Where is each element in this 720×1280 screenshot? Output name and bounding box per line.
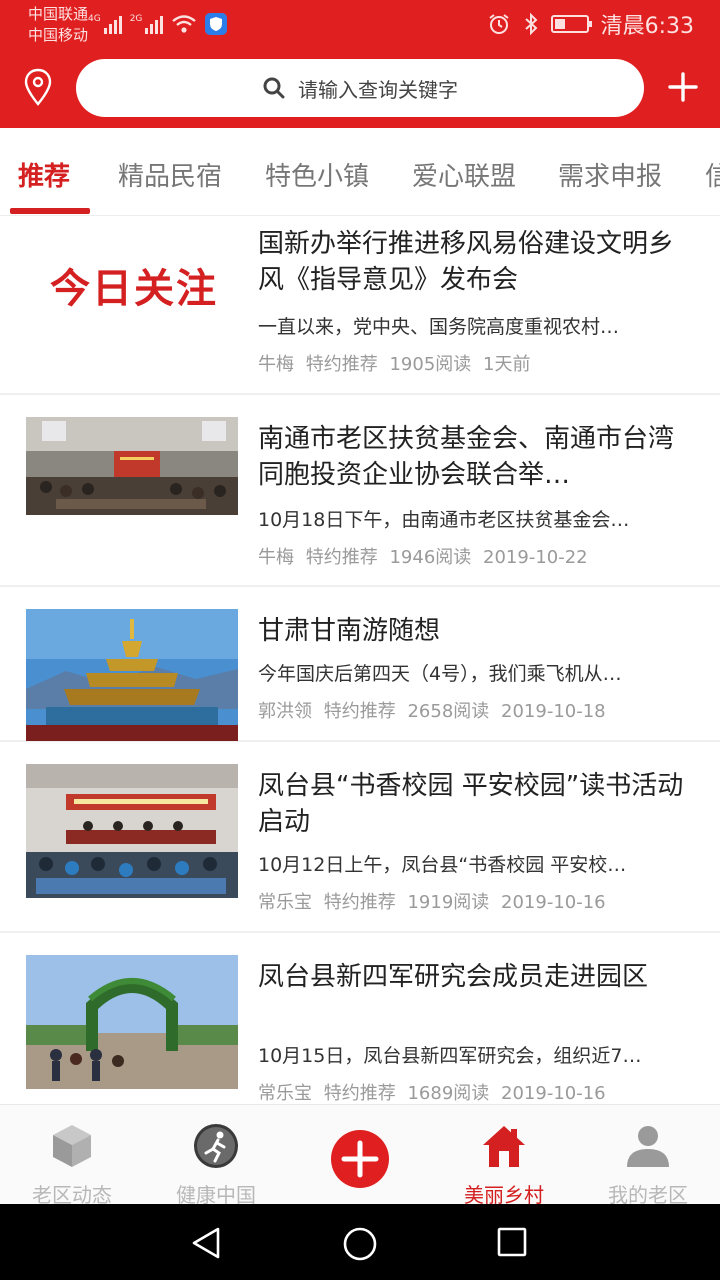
carrier-2: 中国移动 <box>28 26 89 44</box>
article-reads: 1689阅读 <box>407 1083 490 1104</box>
system-navigation-bar <box>0 1204 720 1280</box>
bottom-navigation: 老区动态 健康中国 美丽乡村 我的老区 <box>0 1104 720 1207</box>
article-reads: 1946阅读 <box>389 547 472 568</box>
article-date: 1天前 <box>483 354 531 375</box>
article-summary: 10月15日，凤台县新四军研究会，组织近7… <box>258 1045 642 1067</box>
article-item[interactable]: 凤台县新四军研究会成员走进园区 10月15日，凤台县新四军研究会，组织近7… 常… <box>0 933 720 1104</box>
add-plus-icon[interactable] <box>666 70 700 104</box>
bluetooth-icon <box>524 12 538 36</box>
article-summary: 一直以来，党中央、国务院高度重视农村… <box>258 316 620 338</box>
nav-item-healthy-china[interactable]: 健康中国 <box>144 1105 288 1207</box>
article-meta: 常乐宝 特约推荐 1919阅读 2019-10-16 <box>258 888 612 914</box>
article-date: 2019-10-16 <box>501 892 606 913</box>
article-summary: 今年国庆后第四天（4号），我们乘飞机从… <box>258 663 622 685</box>
article-item[interactable]: 南通市老区扶贫基金会、南通市台湾同胞投资企业协会联合举… 10月18日下午，由南… <box>0 395 720 587</box>
article-title: 甘肃甘南游随想 <box>258 616 441 646</box>
wifi-icon <box>172 15 197 33</box>
article-reads: 1905阅读 <box>389 354 472 375</box>
search-icon <box>263 77 285 99</box>
article-tag: 特约推荐 <box>323 1083 396 1104</box>
location-pin-icon[interactable] <box>24 68 52 108</box>
article-thumbnail <box>26 955 238 1089</box>
active-tab-indicator <box>10 208 90 214</box>
article-date: 2019-10-18 <box>501 701 606 722</box>
runner-icon <box>194 1124 238 1168</box>
recents-square-icon[interactable] <box>496 1226 528 1258</box>
article-tag: 特约推荐 <box>323 892 396 913</box>
home-icon <box>483 1126 525 1167</box>
alarm-icon <box>488 14 509 34</box>
category-tabs: 推荐 精品民宿 特色小镇 爱心联盟 需求申报 信 <box>0 128 720 216</box>
network-type-2: 2G <box>129 14 143 24</box>
cube-icon <box>53 1125 91 1167</box>
tab-overflow[interactable]: 信 <box>705 156 720 193</box>
article-meta: 常乐宝 特约推荐 1689阅读 2019-10-16 <box>258 1079 612 1104</box>
article-author: 牛梅 <box>258 547 294 568</box>
article-title: 南通市老区扶贫基金会、南通市台湾同胞投资企业协会联合举… <box>258 424 675 490</box>
user-icon <box>627 1126 669 1167</box>
security-shield-icon <box>205 13 228 35</box>
article-meta: 牛梅 特约推荐 1905阅读 1天前 <box>258 350 536 376</box>
status-bar: 中国联通 中国移动 4G 2G 清晨6:33 <box>0 0 720 56</box>
app-header: 请输入查询关键字 <box>0 56 720 128</box>
article-reads: 2658阅读 <box>407 701 490 722</box>
article-item[interactable]: 甘肃甘南游随想 今年国庆后第四天（4号），我们乘飞机从… 郭洪领 特约推荐 26… <box>0 587 720 742</box>
tab-demand-report[interactable]: 需求申报 <box>558 156 662 193</box>
article-summary: 10月12日上午，凤台县“书香校园 平安校… <box>258 854 627 876</box>
tab-recommend[interactable]: 推荐 <box>18 156 70 193</box>
search-placeholder: 请输入查询关键字 <box>298 77 458 102</box>
status-icons-right: 清晨6:33 <box>487 8 694 40</box>
article-thumbnail <box>26 609 238 741</box>
clock: 清晨6:33 <box>600 14 694 39</box>
home-circle-icon[interactable] <box>342 1226 378 1262</box>
article-reads: 1919阅读 <box>407 892 490 913</box>
article-feed[interactable]: 今日关注 国新办举行推进移风易俗建设文明乡风《指导意见》发布会 一直以来，党中央… <box>0 216 720 1104</box>
nav-item-publish[interactable] <box>288 1105 432 1205</box>
article-item[interactable]: 凤台县“书香校园 平安校园”读书活动启动 10月12日上午，凤台县“书香校园 平… <box>0 742 720 933</box>
article-title: 凤台县“书香校园 平安校园”读书活动启动 <box>258 771 684 837</box>
carrier-1: 中国联通 <box>28 5 89 23</box>
article-title: 国新办举行推进移风易俗建设文明乡风《指导意见》发布会 <box>258 229 675 295</box>
article-title: 凤台县新四军研究会成员走进园区 <box>258 962 649 992</box>
tab-featured-town[interactable]: 特色小镇 <box>265 156 369 193</box>
tab-boutique-homestay[interactable]: 精品民宿 <box>118 156 222 193</box>
today-focus-thumbnail: 今日关注 <box>50 265 218 312</box>
nav-item-beautiful-village[interactable]: 美丽乡村 <box>432 1105 576 1207</box>
tab-charity-alliance[interactable]: 爱心联盟 <box>412 156 516 193</box>
article-thumbnail <box>26 764 238 898</box>
article-date: 2019-10-22 <box>483 547 588 568</box>
article-meta: 牛梅 特约推荐 1946阅读 2019-10-22 <box>258 543 594 569</box>
article-author: 常乐宝 <box>258 892 312 913</box>
nav-item-old-area-news[interactable]: 老区动态 <box>0 1105 144 1207</box>
article-item[interactable]: 今日关注 国新办举行推进移风易俗建设文明乡风《指导意见》发布会 一直以来，党中央… <box>0 216 720 395</box>
network-type-1: 4G <box>88 14 101 24</box>
carrier-names: 中国联通 中国移动 <box>28 4 88 46</box>
article-tag: 特约推荐 <box>323 701 396 722</box>
article-author: 常乐宝 <box>258 1083 312 1104</box>
back-icon[interactable] <box>190 1226 222 1260</box>
article-tag: 特约推荐 <box>305 354 378 375</box>
search-input[interactable]: 请输入查询关键字 <box>76 59 644 117</box>
article-author: 牛梅 <box>258 354 294 375</box>
signal-2-icon: 2G <box>130 14 164 34</box>
article-tag: 特约推荐 <box>305 547 378 568</box>
article-summary: 10月18日下午，由南通市老区扶贫基金会… <box>258 509 630 531</box>
nav-item-my-old-area[interactable]: 我的老区 <box>576 1105 720 1207</box>
add-circle-icon <box>331 1130 389 1188</box>
battery-icon <box>550 15 592 33</box>
article-thumbnail <box>26 417 238 515</box>
article-meta: 郭洪领 特约推荐 2658阅读 2019-10-18 <box>258 697 612 723</box>
article-author: 郭洪领 <box>258 701 312 722</box>
signal-1-icon: 4G <box>88 14 122 34</box>
status-icons-left: 4G 2G <box>88 10 228 38</box>
article-date: 2019-10-16 <box>501 1083 606 1104</box>
